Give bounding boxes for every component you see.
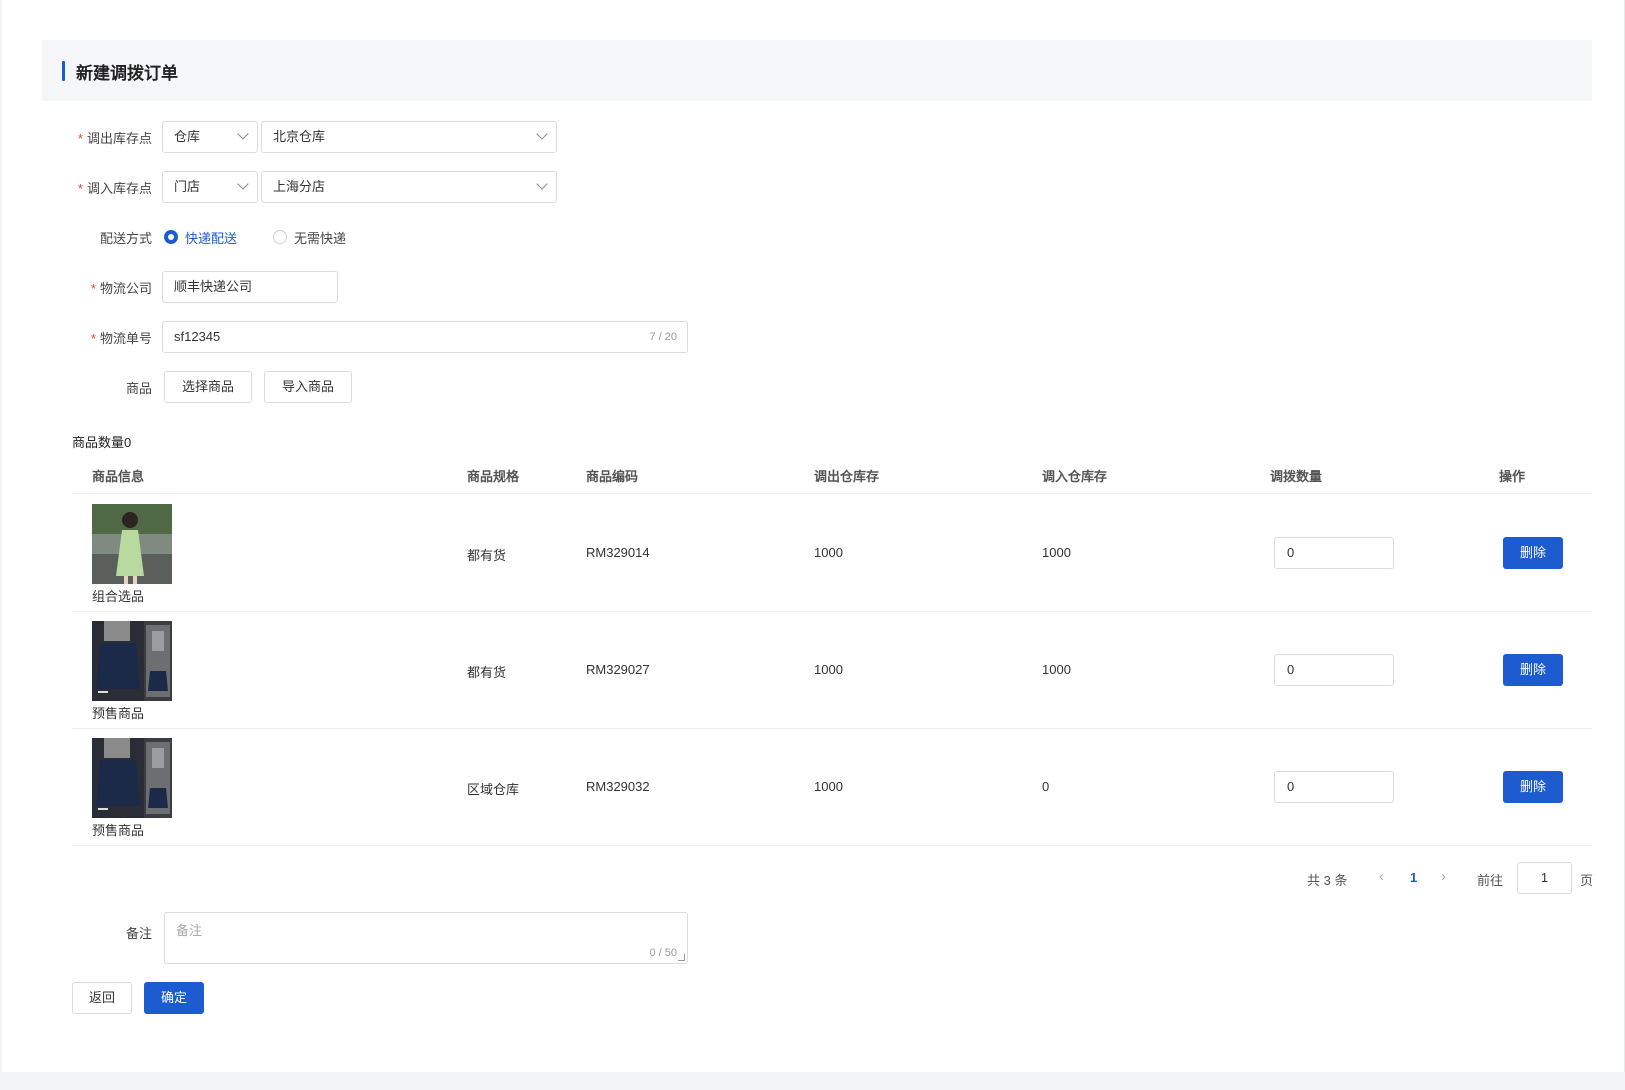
col-product-info: 商品信息: [92, 469, 145, 484]
col-spec: 商品规格: [467, 469, 520, 484]
chevron-right-icon[interactable]: ›: [1441, 868, 1446, 900]
select-goods-button[interactable]: 选择商品: [164, 371, 252, 403]
remark-label-wrap: 备注: [60, 916, 152, 948]
col-qty: 调拨数量: [1270, 469, 1323, 484]
chevron-left-icon[interactable]: ‹: [1379, 868, 1384, 900]
product-name: 组合选品: [92, 589, 145, 604]
product-spec: 都有货: [467, 548, 507, 563]
goods-label: 商品: [125, 381, 152, 396]
pagination-page-suffix: 页: [1580, 873, 1594, 888]
product-code: RM329032: [586, 779, 650, 794]
col-action: 操作: [1499, 469, 1526, 484]
header-accent-bar: [62, 61, 65, 81]
col-in-stock: 调入仓库存: [1042, 469, 1108, 484]
goods-label-wrap: 商品: [60, 371, 152, 403]
out-location-select[interactable]: 北京仓库: [261, 121, 557, 153]
in-location-type-select[interactable]: 门店: [162, 171, 258, 203]
table-row: 组合选品 都有货 RM329014 1000 1000 0 删除: [72, 495, 1592, 612]
page-header: [42, 40, 1592, 101]
remark-counter: 0 / 50: [649, 947, 677, 959]
out-location-type-select[interactable]: 仓库: [162, 121, 258, 153]
remark-label: 备注: [125, 926, 152, 941]
product-code: RM329014: [586, 545, 650, 560]
logistics-company-input[interactable]: 顺丰快递公司: [162, 271, 338, 303]
chevron-down-icon: [237, 128, 249, 140]
in-stock: 0: [1042, 779, 1050, 794]
import-goods-button[interactable]: 导入商品: [264, 371, 352, 403]
col-code: 商品编码: [586, 469, 639, 484]
table-row: 预售商品 都有货 RM329027 1000 1000 0 删除: [72, 612, 1592, 729]
product-image: [92, 621, 172, 701]
col-out-stock: 调出仓库存: [814, 469, 880, 484]
out-location-label: * 调出库存点: [77, 131, 152, 146]
out-stock: 1000: [814, 545, 843, 560]
pagination-goto-input[interactable]: 1: [1517, 862, 1572, 894]
chevron-down-icon: [237, 178, 249, 190]
radio-express-delivery-label[interactable]: 快递配送: [185, 228, 237, 247]
delete-button[interactable]: 删除: [1503, 771, 1563, 803]
goods-count: 商品数量0: [72, 435, 132, 450]
product-name: 预售商品: [92, 706, 145, 721]
delivery-label: 配送方式: [99, 231, 152, 246]
product-code: RM329027: [586, 662, 650, 677]
chevron-down-icon: [536, 178, 548, 190]
radio-no-delivery-label[interactable]: 无需快递: [294, 228, 346, 247]
remark-textarea[interactable]: 备注 0 / 50: [164, 912, 688, 964]
transfer-qty-input[interactable]: 0: [1274, 537, 1394, 569]
product-image: [92, 504, 172, 584]
delete-button[interactable]: 删除: [1503, 654, 1563, 686]
in-location-label: * 调入库存点: [77, 181, 152, 196]
tracking-no-input[interactable]: sf12345 7 / 20: [162, 321, 688, 353]
resize-handle-icon[interactable]: [678, 954, 685, 961]
product-spec: 区域仓库: [467, 782, 520, 797]
transfer-qty-input[interactable]: 0: [1274, 771, 1394, 803]
table-row: 预售商品 区域仓库 RM329032 1000 0 0 删除: [72, 729, 1592, 846]
in-location-select[interactable]: 上海分店: [261, 171, 557, 203]
table-header: 商品信息 商品规格 商品编码 调出仓库存 调入仓库存 调拨数量 操作: [72, 458, 1592, 494]
page-title: 新建调拨订单: [76, 64, 178, 83]
product-spec: 都有货: [467, 665, 507, 680]
product-image: [92, 738, 172, 818]
delete-button[interactable]: 删除: [1503, 537, 1563, 569]
pagination-current-page[interactable]: 1: [1410, 870, 1417, 902]
tracking-no-label-wrap: * 物流单号: [60, 321, 152, 353]
back-button[interactable]: 返回: [72, 982, 132, 1014]
logistics-company-label-wrap: * 物流公司: [60, 271, 152, 303]
product-name: 预售商品: [92, 823, 145, 838]
in-stock: 1000: [1042, 545, 1071, 560]
in-stock: 1000: [1042, 662, 1071, 677]
chevron-down-icon: [536, 128, 548, 140]
delivery-label-wrap: 配送方式: [60, 221, 152, 253]
logistics-company-label: * 物流公司: [90, 281, 152, 296]
radio-no-delivery[interactable]: [273, 230, 287, 244]
pagination-total: 共 3 条: [1307, 873, 1348, 888]
pagination-goto-label: 前往: [1477, 873, 1504, 888]
out-location-label-wrap: * 调出库存点: [60, 121, 152, 153]
transfer-qty-input[interactable]: 0: [1274, 654, 1394, 686]
confirm-button[interactable]: 确定: [144, 982, 204, 1014]
radio-express-delivery[interactable]: [164, 230, 178, 244]
out-stock: 1000: [814, 662, 843, 677]
tracking-no-counter: 7 / 20: [649, 331, 677, 343]
in-location-label-wrap: * 调入库存点: [60, 171, 152, 203]
out-stock: 1000: [814, 779, 843, 794]
tracking-no-label: * 物流单号: [90, 331, 152, 346]
